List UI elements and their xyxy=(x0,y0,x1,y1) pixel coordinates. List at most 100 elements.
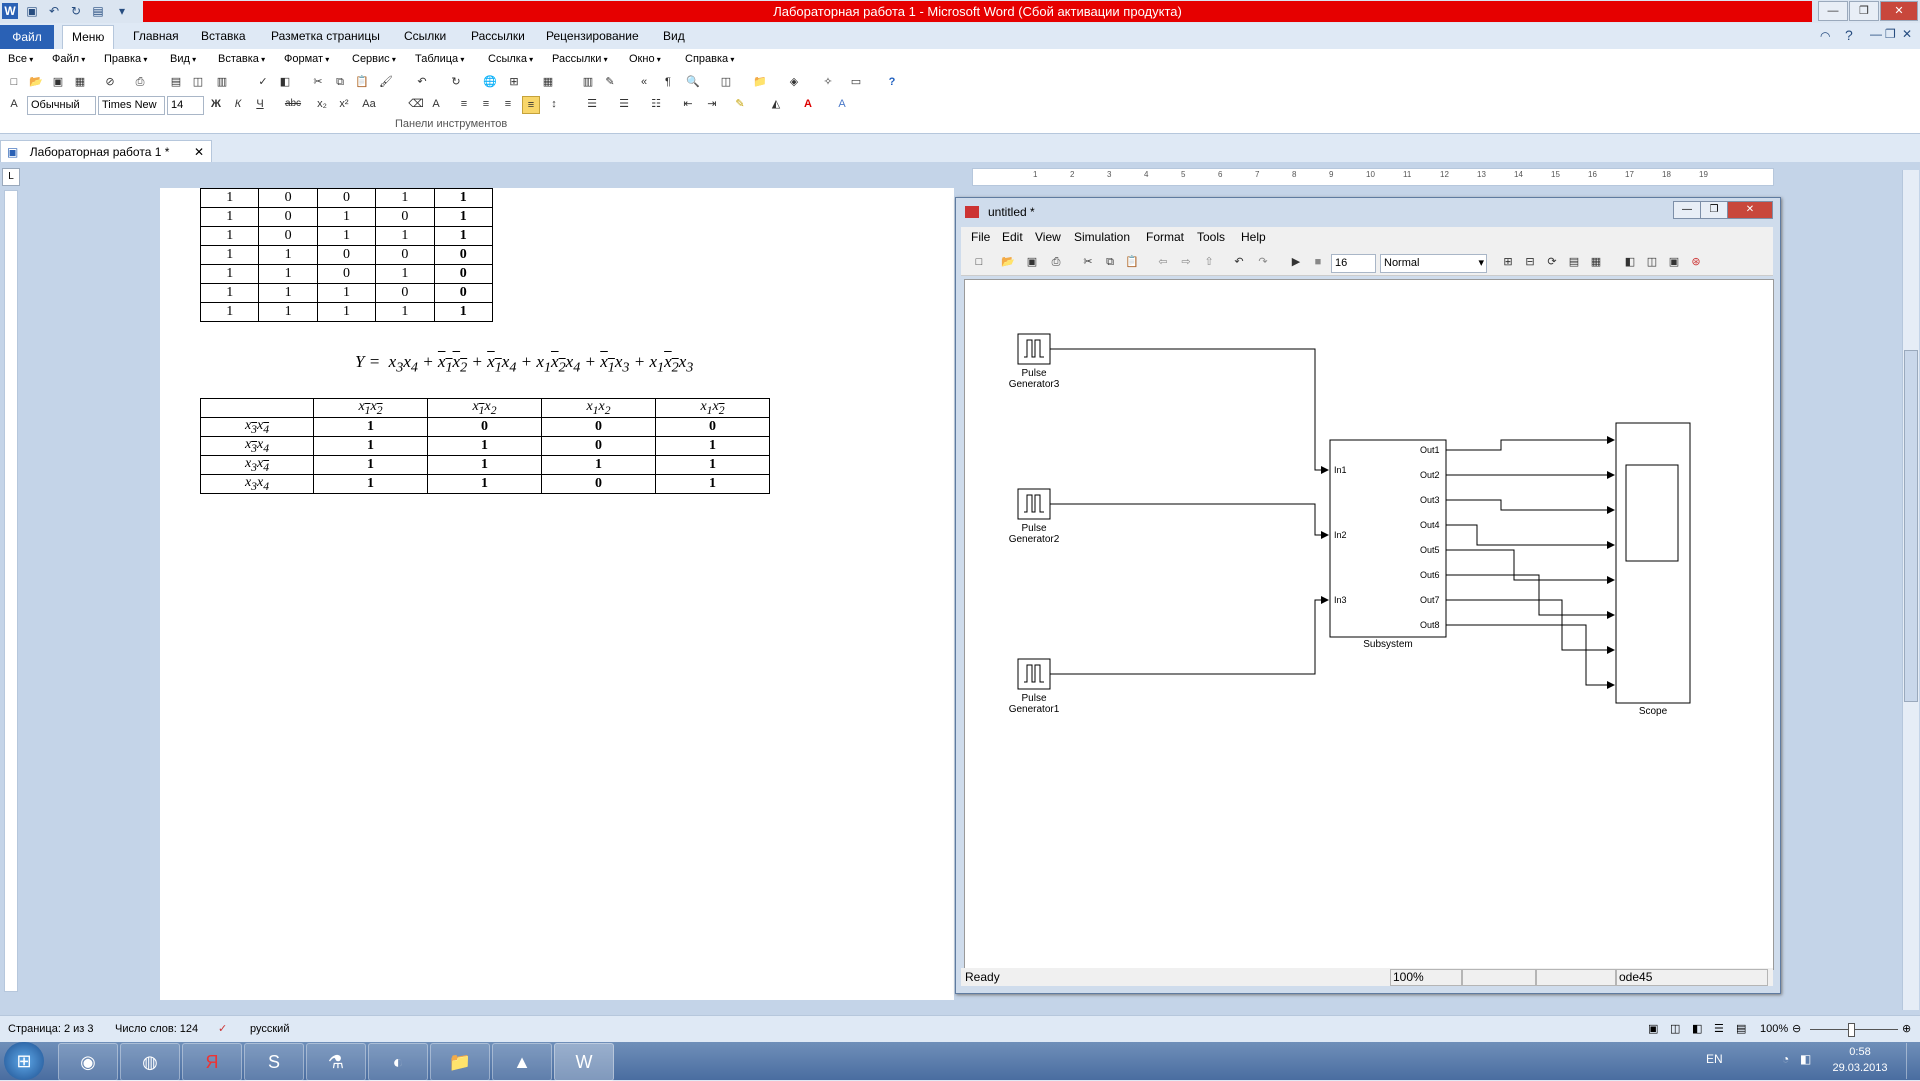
matlab-taskbar-icon[interactable]: ▲ xyxy=(492,1043,552,1081)
word-app-icon[interactable]: W xyxy=(2,3,18,19)
sl-save-icon[interactable]: ▣ xyxy=(1024,254,1040,270)
shading-icon[interactable]: ◭ xyxy=(768,96,784,112)
print-preview-icon[interactable]: ▤ xyxy=(90,3,106,19)
print-layout-icon[interactable]: ▣ xyxy=(1648,1016,1658,1043)
sl-profile-icon[interactable]: ▣ xyxy=(1666,254,1682,270)
reading-icon[interactable]: ◫ xyxy=(718,74,734,90)
sl-refresh-icon[interactable]: ⟳ xyxy=(1544,254,1560,270)
sl-stop-icon[interactable]: ■ xyxy=(1310,254,1326,270)
hyperlink-icon[interactable]: 🌐 xyxy=(482,74,498,90)
tab-mailings[interactable]: Рассылки xyxy=(462,25,534,48)
sim-mode-select[interactable]: Normal ▾ xyxy=(1380,254,1487,273)
bold-button[interactable]: Ж xyxy=(208,96,224,112)
menu-item-8[interactable]: Ссылка ▾ xyxy=(488,53,533,65)
minimize-button[interactable]: — xyxy=(1818,1,1848,21)
sl-undo-icon[interactable]: ↶ xyxy=(1231,254,1247,270)
align-left-icon[interactable]: ≡ xyxy=(456,96,472,112)
redo-icon-2[interactable]: ↻ xyxy=(448,74,464,90)
drawing-icon[interactable]: ✎ xyxy=(602,74,618,90)
start-button[interactable]: ⊞ xyxy=(4,1042,44,1080)
menu-item-6[interactable]: Сервис ▾ xyxy=(352,53,396,65)
sl-menu-tools[interactable]: Tools xyxy=(1197,230,1225,244)
align-right-icon[interactable]: ≡ xyxy=(500,96,516,112)
close-button[interactable]: ✕ xyxy=(1880,1,1918,21)
align-center-icon[interactable]: ≡ xyxy=(478,96,494,112)
save-as-icon[interactable]: ▦ xyxy=(72,74,88,90)
paste-icon[interactable]: 📋 xyxy=(354,74,370,90)
sl-explorer-icon[interactable]: ▦ xyxy=(1588,254,1604,270)
insert-table-icon[interactable]: ▦ xyxy=(540,74,556,90)
borders-icon[interactable]: ⊞ xyxy=(506,74,522,90)
sl-up-icon[interactable]: ⇧ xyxy=(1201,254,1217,270)
tab-page-layout[interactable]: Разметка страницы xyxy=(262,25,389,48)
tab-home[interactable]: Главная xyxy=(124,25,188,48)
text-effects-icon[interactable]: A xyxy=(834,96,850,112)
frame-icon[interactable]: ▭ xyxy=(848,74,864,90)
menu-item-5[interactable]: Формат ▾ xyxy=(284,53,329,65)
cut-icon[interactable]: ✂ xyxy=(310,74,326,90)
restore-button[interactable]: ❐ xyxy=(1849,1,1879,21)
sl-build-icon[interactable]: ⊞ xyxy=(1500,254,1516,270)
show-desktop-button[interactable] xyxy=(1906,1043,1919,1079)
firefox-taskbar-icon[interactable]: ◉ xyxy=(58,1043,118,1081)
italic-button[interactable]: К xyxy=(230,96,246,112)
scope-block[interactable] xyxy=(1615,422,1691,704)
zoom-out-icon[interactable]: ⊖ xyxy=(1792,1016,1801,1043)
menu-item-11[interactable]: Справка ▾ xyxy=(685,53,734,65)
sl-advisor-icon[interactable]: ⊛ xyxy=(1688,254,1704,270)
zoom-in-icon[interactable]: ⊕ xyxy=(1902,1016,1911,1043)
strikethrough-button[interactable]: abc xyxy=(282,96,304,112)
status-words[interactable]: Число слов: 124 xyxy=(115,1016,198,1043)
tab-view[interactable]: Вид xyxy=(654,25,694,48)
explorer-taskbar-icon[interactable]: 📁 xyxy=(430,1043,490,1081)
sl-cut-icon[interactable]: ✂ xyxy=(1080,254,1096,270)
quick-access-dropdown-icon[interactable]: ▾ xyxy=(114,3,130,19)
sl-library-icon[interactable]: ▤ xyxy=(1566,254,1582,270)
sl-menu-help[interactable]: Help xyxy=(1241,230,1266,244)
utility-taskbar-icon[interactable]: ⚗ xyxy=(306,1043,366,1081)
ribbon-help-icon[interactable]: ? xyxy=(1845,27,1853,43)
font-combo[interactable]: Times New xyxy=(98,96,165,115)
language-indicator[interactable]: EN xyxy=(1706,1052,1723,1066)
simulink-minimize-button[interactable]: — xyxy=(1673,201,1701,219)
view-icon[interactable]: ▥ xyxy=(214,74,230,90)
doc-tab-close-icon[interactable]: ✕ xyxy=(194,141,204,163)
outline-icon[interactable]: ☰ xyxy=(1714,1016,1724,1043)
numbering-icon[interactable]: ☰ xyxy=(584,96,600,112)
folder-icon[interactable]: 📁 xyxy=(752,74,768,90)
undo-icon[interactable]: ↶ xyxy=(46,3,62,19)
sl-menu-simulation[interactable]: Simulation xyxy=(1074,230,1130,244)
doc-restore-icon[interactable]: ❐ xyxy=(1885,27,1896,41)
stop-time-input[interactable]: 16 xyxy=(1331,254,1376,273)
pulse-generator-3[interactable] xyxy=(1017,333,1051,365)
chevron-icon[interactable]: « xyxy=(636,74,652,90)
styles-pane-icon[interactable]: A xyxy=(428,96,444,112)
zoom-slider-handle[interactable] xyxy=(1848,1023,1855,1037)
doc-minimize-icon[interactable]: — xyxy=(1870,27,1882,41)
sl-run-icon[interactable]: ▶ xyxy=(1288,254,1304,270)
font-size-combo[interactable]: 14 xyxy=(167,96,204,115)
sl-debug-icon[interactable]: ◫ xyxy=(1644,254,1660,270)
open-icon[interactable]: 📂 xyxy=(28,74,44,90)
clock-date[interactable]: 29.03.2013 xyxy=(1830,1062,1890,1074)
sl-model-icon[interactable]: ◧ xyxy=(1622,254,1638,270)
research-icon[interactable]: ◧ xyxy=(277,74,293,90)
redo-icon[interactable]: ↻ xyxy=(68,3,84,19)
menu-item-7[interactable]: Таблица ▾ xyxy=(415,53,464,65)
full-screen-icon[interactable]: ◫ xyxy=(1670,1016,1680,1043)
clear-format-icon[interactable]: ⌫ xyxy=(408,96,424,112)
volume-icon[interactable]: ◧ xyxy=(1800,1052,1811,1066)
sl-redo-icon[interactable]: ↷ xyxy=(1255,254,1271,270)
wordart-icon[interactable]: ✧ xyxy=(820,74,836,90)
spelling-icon[interactable]: ✓ xyxy=(255,74,271,90)
sl-update-icon[interactable]: ⊟ xyxy=(1522,254,1538,270)
increase-indent-icon[interactable]: ⇥ xyxy=(704,96,720,112)
bullets-icon[interactable]: ☰ xyxy=(616,96,632,112)
network-icon[interactable]: ◔ xyxy=(1782,1052,1789,1066)
media-taskbar-icon[interactable]: ◐ xyxy=(368,1043,428,1081)
tab-review[interactable]: Рецензирование xyxy=(537,25,648,48)
pulse-generator-1[interactable] xyxy=(1017,658,1051,690)
word-taskbar-icon[interactable]: W xyxy=(554,1043,614,1081)
yandex-taskbar-icon[interactable]: Я xyxy=(182,1043,242,1081)
simulink-maximize-button[interactable]: ❐ xyxy=(1700,201,1728,219)
